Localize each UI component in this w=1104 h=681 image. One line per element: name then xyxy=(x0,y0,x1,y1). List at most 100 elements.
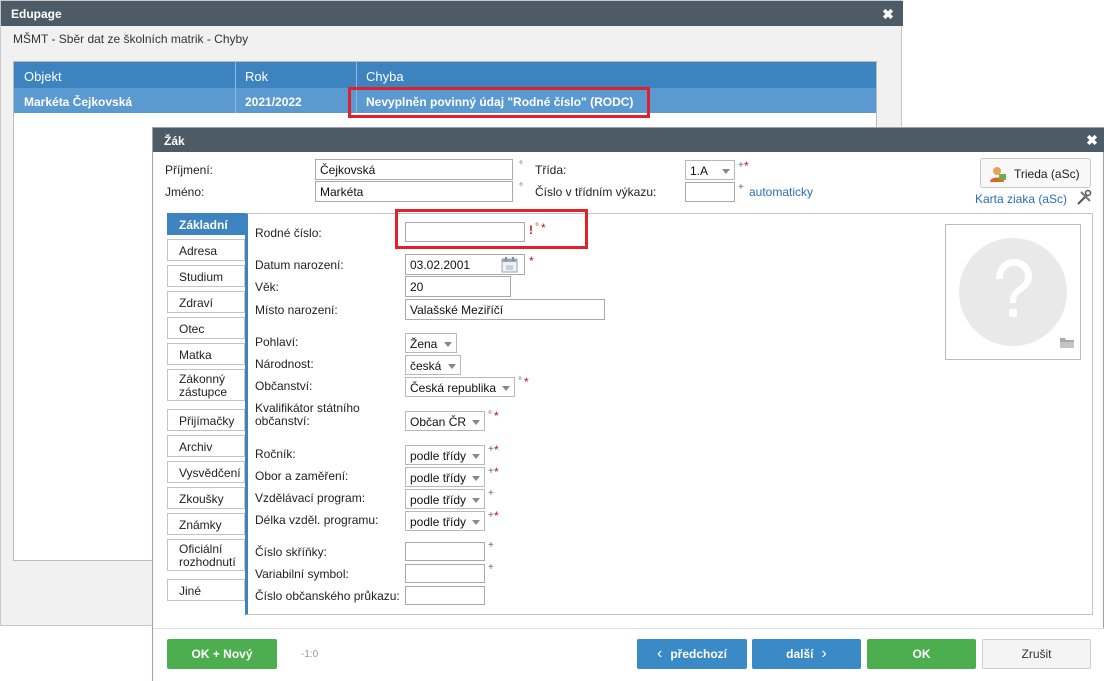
close-icon[interactable]: ✖ xyxy=(1083,131,1101,149)
tab-zakladni[interactable]: Základní xyxy=(167,213,245,235)
student-dialog: Žák ✖ Příjmení: Čejkovská ° Jméno: Marké… xyxy=(152,127,1104,681)
question-mark-icon xyxy=(959,238,1067,346)
user-icon xyxy=(990,167,1006,182)
plus-mark: + xyxy=(488,466,494,477)
window-subtitle: MŠMT - Sběr dat ze školních matrik - Chy… xyxy=(13,32,249,46)
narodnost-select[interactable]: česká xyxy=(405,355,461,375)
tab-znamky[interactable]: Známky xyxy=(167,513,245,535)
close-icon[interactable]: ✖ xyxy=(879,5,897,23)
column-header-rok[interactable]: Rok xyxy=(245,69,268,84)
narodnost-label: Národnost: xyxy=(255,357,314,371)
photo-box[interactable] xyxy=(945,224,1081,360)
optional-mark: ° xyxy=(518,376,522,387)
plus-mark: + xyxy=(488,510,494,521)
obcanstvi-select[interactable]: Česká republika xyxy=(405,377,515,397)
vzdelavaci-program-select[interactable]: podle třídy xyxy=(405,489,485,509)
tab-adresa[interactable]: Adresa xyxy=(167,239,245,261)
kvalifikator-label-line2: občanství: xyxy=(255,414,310,428)
pohlavi-value: Žena xyxy=(410,337,438,351)
rocnik-select[interactable]: podle třídy xyxy=(405,445,485,465)
cell-rok: 2021/2022 xyxy=(245,95,302,109)
predchozi-button[interactable]: ‹ předchozí xyxy=(637,639,747,669)
plus-mark: + xyxy=(738,182,744,193)
obor-value: podle třídy xyxy=(410,471,467,485)
ok-button[interactable]: OK xyxy=(867,639,976,669)
tools-icon[interactable] xyxy=(1075,189,1093,207)
automaticky-link[interactable]: automaticky xyxy=(749,185,813,199)
plus-mark: + xyxy=(488,488,494,499)
misto-narozeni-label: Místo narození: xyxy=(255,303,338,317)
column-header-objekt[interactable]: Objekt xyxy=(24,69,62,84)
record-counter: -1:0 xyxy=(301,649,319,660)
prijmeni-input[interactable]: Čejkovská xyxy=(315,159,513,180)
obcansky-prukaz-input[interactable] xyxy=(405,586,485,605)
required-mark: * xyxy=(494,509,499,523)
obcansky-prukaz-label: Číslo občanského průkazu: xyxy=(255,589,400,603)
optional-mark: ° xyxy=(488,410,492,421)
variabilni-symbol-label: Variabilní symbol: xyxy=(255,567,349,581)
required-mark: * xyxy=(529,254,534,268)
dialog-footer: OK + Nový -1:0 ‹ předchozí další › OK Zruš… xyxy=(153,628,1104,681)
tab-oficialni-rozhodnuti[interactable]: Oficiální rozhodnutí xyxy=(167,539,245,571)
trida-value: 1.A xyxy=(690,164,709,178)
rocnik-label: Ročník: xyxy=(255,447,296,461)
misto-narozeni-input[interactable]: Valašské Meziříčí xyxy=(405,299,605,320)
folder-icon[interactable] xyxy=(1059,336,1075,349)
ok-novy-button[interactable]: OK + Nový xyxy=(167,639,277,669)
zrusit-button[interactable]: Zrušit xyxy=(982,639,1091,669)
datum-narozeni-value: 03.02.2001 xyxy=(410,258,471,272)
chevron-down-icon xyxy=(472,454,480,459)
delka-programu-select[interactable]: podle třídy xyxy=(405,511,485,531)
tab-vysvedceni[interactable]: Vysvědčení xyxy=(167,461,245,483)
edupage-title-bar: Edupage xyxy=(1,1,903,26)
tab-prijimacky[interactable]: Přijímačky xyxy=(167,409,245,431)
kvalifikator-label-line1: Kvalifikátor státního xyxy=(255,401,360,415)
required-mark: * xyxy=(494,465,499,479)
zakladni-panel: Rodné číslo: ! ° * Datum narození: 03.02… xyxy=(245,213,1093,615)
tab-otec[interactable]: Otec xyxy=(167,317,245,339)
plus-mark: + xyxy=(738,160,744,171)
cislo-skrinky-input[interactable] xyxy=(405,542,485,561)
dalsi-button[interactable]: další › xyxy=(752,639,861,669)
jmeno-input[interactable]: Markéta xyxy=(315,181,513,202)
pohlavi-label: Pohlaví: xyxy=(255,335,299,349)
tab-matka[interactable]: Matka xyxy=(167,343,245,365)
tab-jine[interactable]: Jiné xyxy=(167,579,245,601)
tab-studium[interactable]: Studium xyxy=(167,265,245,287)
plus-mark: + xyxy=(488,540,494,551)
kvalifikator-select[interactable]: Občan ČR xyxy=(405,411,485,431)
variabilni-symbol-input[interactable] xyxy=(405,564,485,583)
chevron-down-icon xyxy=(448,364,456,369)
required-mark: * xyxy=(524,375,529,389)
tab-zdravi[interactable]: Zdraví xyxy=(167,291,245,313)
trida-label: Třída: xyxy=(535,163,567,177)
tab-zakonny-zastupce[interactable]: Zákonný zástupce xyxy=(167,369,245,401)
delka-programu-value: podle třídy xyxy=(410,515,467,529)
tab-archiv[interactable]: Archiv xyxy=(167,435,245,457)
pohlavi-select[interactable]: Žena xyxy=(405,333,457,353)
obor-label: Obor a zaměření: xyxy=(255,469,349,483)
chevron-down-icon xyxy=(502,386,510,391)
tab-zkousky[interactable]: Zkoušky xyxy=(167,487,245,509)
obor-select[interactable]: podle třídy xyxy=(405,467,485,487)
cislo-vykazu-input[interactable] xyxy=(685,182,735,202)
trida-select[interactable]: 1.A xyxy=(685,160,735,180)
chevron-down-icon xyxy=(472,498,480,503)
predchozi-label: předchozí xyxy=(670,647,727,661)
cislo-skrinky-label: Číslo skříňky: xyxy=(255,545,328,559)
error-highlight-box xyxy=(348,87,650,118)
delka-programu-label: Délka vzděl. programu: xyxy=(255,513,379,527)
chevron-left-icon: ‹ xyxy=(657,645,663,662)
column-header-chyba[interactable]: Chyba xyxy=(366,69,404,84)
karta-ziaka-link[interactable]: Karta ziaka (aSc) xyxy=(975,192,1067,206)
jmeno-label: Jméno: xyxy=(165,185,205,199)
rodne-cislo-highlight-box xyxy=(395,209,588,249)
required-mark: * xyxy=(744,159,749,173)
dalsi-label: další xyxy=(786,647,814,661)
chevron-down-icon xyxy=(722,169,730,174)
trieda-asc-button[interactable]: Trieda (aSc) xyxy=(980,158,1091,188)
prijmeni-label: Příjmení: xyxy=(165,163,214,177)
calendar-icon[interactable] xyxy=(501,256,518,273)
kvalifikator-value: Občan ČR xyxy=(410,415,467,429)
vek-input[interactable]: 20 xyxy=(405,276,511,297)
